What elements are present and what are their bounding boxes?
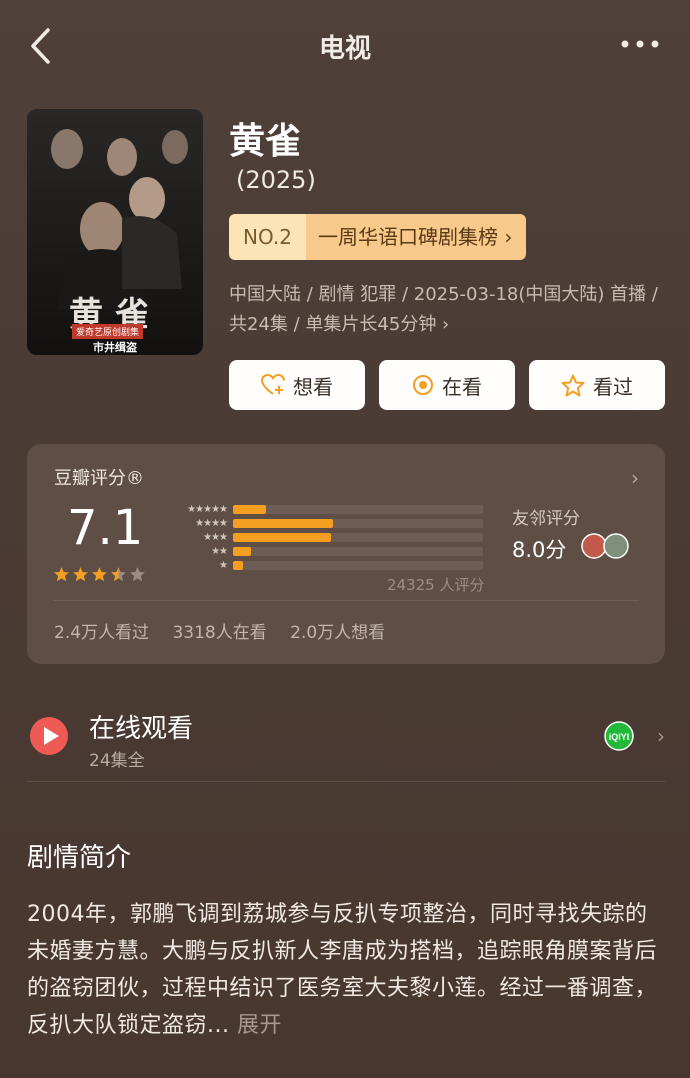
show-year: (2025) (236, 166, 316, 194)
rating-distribution: ★★★★★ ★★★★ ★★★ ★★ ★ (163, 502, 483, 572)
watching-count: 3318人在看 (172, 623, 267, 643)
star-icon (561, 374, 585, 396)
want-label: 想看 (293, 374, 333, 399)
iqiyi-logo-icon: iQIYI (604, 721, 634, 751)
distribution-bar (233, 518, 333, 528)
want-button[interactable]: 想看 (229, 360, 365, 410)
rank-number: NO.2 (229, 214, 306, 260)
friend-avatars[interactable] (580, 532, 632, 560)
distribution-bar (233, 546, 251, 556)
heart-plus-icon (261, 374, 285, 395)
rating-count: 24325 人评分 (387, 576, 485, 594)
synopsis-body: 2004年，郭鹏飞调到荔城参与反扒专项整治，同时寻找失踪的未婚妻方慧。大鹏与反扒… (27, 902, 658, 1038)
chevron-right-icon[interactable]: › (631, 466, 639, 490)
nav-bar: 电视 (0, 0, 690, 90)
rank-label: 一周华语口碑剧集榜 › (305, 214, 527, 260)
distribution-stars: ★★★★★ (187, 503, 228, 515)
synopsis-title: 剧情简介 (27, 843, 132, 873)
distribution-track (233, 532, 483, 542)
rating-stars (53, 566, 146, 583)
rating-title: 豆瓣评分® (54, 468, 144, 489)
expand-link[interactable]: 展开 (237, 1013, 282, 1038)
distribution-row: ★★★ (163, 530, 483, 544)
target-icon (413, 375, 433, 395)
distribution-track (233, 560, 483, 570)
watch-subtitle: 24集全 (89, 751, 145, 771)
show-title: 黄雀 (229, 121, 302, 162)
distribution-track (233, 504, 483, 514)
distribution-track (233, 546, 483, 556)
distribution-track (233, 518, 483, 528)
watched-button[interactable]: 看过 (529, 360, 665, 410)
want-count: 2.0万人想看 (290, 623, 386, 643)
friend-rating-score: 8.0分 (512, 538, 567, 562)
poster-tagline: 市井缉盗 (93, 341, 137, 354)
iqiyi-label: iQIYI (609, 732, 630, 742)
poster-subtitle: 爱奇艺原创剧集 (72, 324, 144, 339)
rating-star (73, 567, 88, 582)
rating-star (92, 567, 107, 582)
friend-rating-label: 友邻评分 (512, 509, 580, 529)
rank-badge[interactable]: NO.2 一周华语口碑剧集榜 › (229, 214, 527, 260)
rating-card[interactable]: 豆瓣评分® › 7.1 ★★★★★ ★★★★ ★★★ ★★ ★ 24325 人评分 友邻… (27, 444, 665, 664)
rating-star (130, 567, 145, 582)
distribution-row: ★★ (163, 544, 483, 558)
distribution-bar (233, 560, 243, 570)
synopsis-text: 2004年，郭鹏飞调到荔城参与反扒专项整治，同时寻找失踪的未婚妻方慧。大鹏与反扒… (27, 896, 667, 1044)
rating-star (111, 567, 126, 582)
watch-title: 在线观看 (89, 714, 194, 744)
rating-star (54, 567, 69, 582)
action-buttons: 想看 在看 看过 (229, 360, 665, 410)
distribution-stars: ★★★ (203, 531, 228, 543)
show-meta[interactable]: 中国大陆 / 剧情 犯罪 / 2025-03-18(中国大陆) 首播 / 共24… (229, 280, 669, 340)
distribution-row: ★ (163, 558, 483, 572)
distribution-bar (233, 532, 331, 542)
distribution-row: ★★★★ (163, 516, 483, 530)
distribution-stars: ★ (219, 559, 228, 571)
poster-image[interactable]: 黄雀 爱奇艺原创剧集 市井缉盗 (27, 109, 203, 355)
page-title: 电视 (318, 34, 371, 64)
rating-score: 7.1 (67, 500, 144, 556)
distribution-row: ★★★★★ (163, 502, 483, 516)
distribution-stars: ★★ (211, 545, 228, 557)
divider (53, 600, 639, 601)
distribution-bar (233, 504, 266, 514)
divider (27, 781, 665, 782)
watched-label: 看过 (593, 374, 633, 399)
watching-button[interactable]: 在看 (379, 360, 515, 410)
chevron-right-icon[interactable]: › (657, 724, 665, 748)
more-icon[interactable] (620, 38, 660, 50)
online-watch-row[interactable]: 在线观看 24集全 iQIYI › (27, 700, 665, 780)
distribution-stars: ★★★★ (195, 517, 228, 529)
watched-count: 2.4万人看过 (54, 623, 150, 643)
watching-label: 在看 (442, 374, 482, 399)
rating-stats: 2.4万人看过 3318人在看 2.0万人想看 (54, 618, 403, 643)
play-icon (30, 717, 68, 755)
